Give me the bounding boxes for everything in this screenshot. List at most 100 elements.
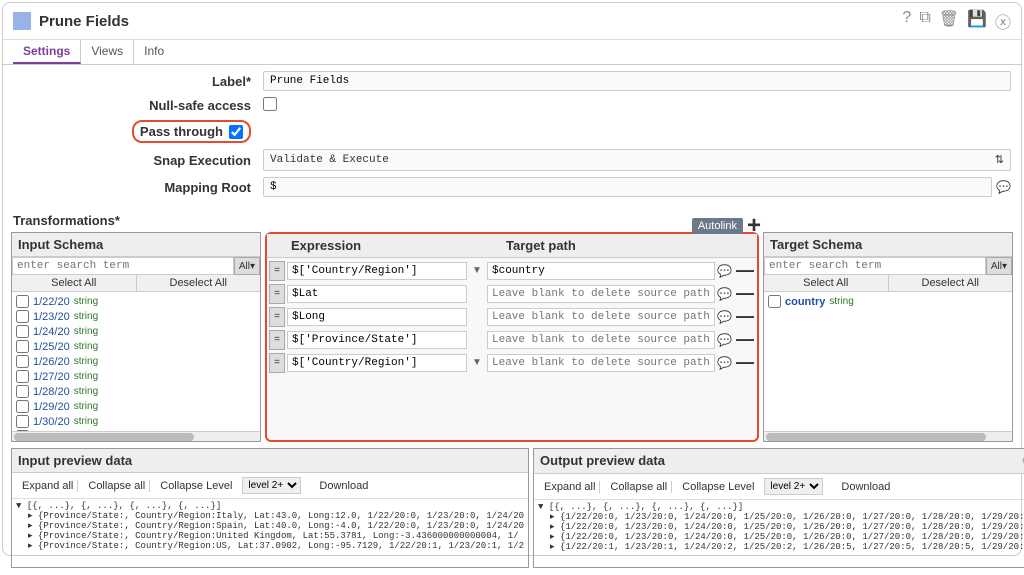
tree-item[interactable]: {1/22/20:1, 1/23/20:1, 1/24/20:2, 1/25/2…	[538, 542, 1024, 552]
tree-item[interactable]: {Province/State:, Country/Region:Spain, …	[16, 521, 524, 531]
remove-row-button[interactable]: —	[735, 283, 755, 304]
target-schema-all[interactable]: All ▾	[986, 257, 1012, 275]
suggest-icon[interactable]: 💬	[717, 310, 733, 324]
schema-item[interactable]: 1/25/20string	[14, 339, 258, 354]
suggest-icon[interactable]: 💬	[717, 333, 733, 347]
expression-header: Expression	[285, 234, 500, 257]
mappingroot-label: Mapping Root	[13, 180, 263, 195]
tree-item[interactable]: {1/22/20:0, 1/23/20:0, 1/24/20:0, 1/25/2…	[538, 532, 1024, 542]
target-input[interactable]	[487, 331, 715, 349]
tree-root[interactable]: [{, ...}, {, ...}, {, ...}, {, ...}]	[538, 502, 1024, 512]
schema-item[interactable]: 1/26/20string	[14, 354, 258, 369]
target-input[interactable]	[487, 308, 715, 326]
tab-settings[interactable]: Settings	[13, 40, 81, 64]
expression-input[interactable]	[287, 331, 467, 349]
eq-toggle[interactable]: =	[269, 284, 285, 304]
input-deselect-all[interactable]: Deselect All	[137, 275, 261, 291]
save-icon[interactable]: 💾	[967, 9, 987, 33]
tree-item[interactable]: {Province/State:, Country/Region:Italy, …	[16, 511, 524, 521]
output-collapse-level-label: Collapse Level	[678, 481, 758, 493]
output-expand-all[interactable]: Expand all	[540, 481, 600, 493]
schema-checkbox[interactable]	[16, 295, 29, 308]
schema-item[interactable]: 1/29/20string	[14, 399, 258, 414]
input-preview-title: Input preview data	[18, 453, 132, 468]
input-schema-all[interactable]: All ▾	[234, 257, 260, 275]
mapping-row: = 💬—	[269, 306, 755, 327]
input-select-all[interactable]: Select All	[12, 275, 137, 291]
remove-row-button[interactable]: —	[735, 306, 755, 327]
output-level-select[interactable]: level 2+	[764, 478, 823, 495]
eq-toggle[interactable]: =	[269, 261, 285, 281]
target-deselect-all[interactable]: Deselect All	[889, 275, 1013, 291]
tree-item[interactable]: {1/22/20:0, 1/23/20:0, 1/24/20:0, 1/25/2…	[538, 522, 1024, 532]
schema-checkbox[interactable]	[16, 415, 29, 428]
expression-input[interactable]	[287, 308, 467, 326]
schema-checkbox[interactable]	[16, 355, 29, 368]
schema-checkbox[interactable]	[16, 385, 29, 398]
input-download[interactable]: Download	[315, 480, 372, 492]
remove-row-button[interactable]: —	[735, 352, 755, 373]
schema-checkbox[interactable]	[16, 325, 29, 338]
remove-row-button[interactable]: —	[735, 329, 755, 350]
schema-item[interactable]: 1/24/20string	[14, 324, 258, 339]
schema-checkbox[interactable]	[16, 400, 29, 413]
tab-info[interactable]: Info	[134, 40, 174, 64]
schema-checkbox[interactable]	[16, 310, 29, 323]
expression-input[interactable]	[287, 354, 467, 372]
remove-row-button[interactable]: —	[735, 260, 755, 281]
schema-item[interactable]: 1/27/20string	[14, 369, 258, 384]
target-schema-search[interactable]	[764, 257, 986, 275]
chevron-down-icon[interactable]: ▼	[469, 357, 485, 368]
tree-item[interactable]: {1/22/20:0, 1/23/20:0, 1/24/20:0, 1/25/2…	[538, 512, 1024, 522]
schema-checkbox[interactable]	[768, 295, 781, 308]
schema-item[interactable]: countrystring	[766, 294, 1010, 309]
eq-toggle[interactable]: =	[269, 307, 285, 327]
tab-views[interactable]: Views	[81, 40, 134, 64]
suggest-icon[interactable]: 💬	[717, 356, 733, 370]
delete-icon[interactable]: 🗑	[939, 9, 959, 33]
passthrough-checkbox[interactable]	[229, 125, 243, 139]
autolink-button[interactable]: Autolink	[692, 218, 743, 234]
nullsafe-label: Null-safe access	[13, 98, 263, 113]
input-expand-all[interactable]: Expand all	[18, 480, 78, 492]
schema-item[interactable]: 1/23/20string	[14, 309, 258, 324]
suggest-icon[interactable]: 💬	[717, 264, 733, 278]
target-select-all[interactable]: Select All	[764, 275, 889, 291]
tree-item[interactable]: {Province/State:, Country/Region:United …	[16, 531, 524, 541]
snapexec-select[interactable]: Validate & Execute ⇅	[263, 149, 1011, 171]
output-collapse-all[interactable]: Collapse all	[606, 481, 672, 493]
schema-checkbox[interactable]	[16, 340, 29, 353]
schema-checkbox[interactable]	[16, 370, 29, 383]
input-schema-search[interactable]	[12, 257, 234, 275]
schema-item[interactable]: 1/28/20string	[14, 384, 258, 399]
tree-item[interactable]: {Province/State:, Country/Region:US, Lat…	[16, 541, 524, 551]
tree-root[interactable]: [{, ...}, {, ...}, {, ...}, {, ...}]	[16, 501, 524, 511]
input-scrollbar[interactable]	[12, 431, 260, 441]
output-download[interactable]: Download	[837, 481, 894, 493]
suggest-icon[interactable]: 💬	[717, 287, 733, 301]
transformations-label: Transformations*	[3, 209, 1021, 232]
schema-item[interactable]: 1/22/20string	[14, 294, 258, 309]
nullsafe-checkbox[interactable]	[263, 97, 277, 111]
chevron-down-icon[interactable]: ▼	[469, 265, 485, 276]
mappingroot-input[interactable]	[263, 177, 992, 197]
schema-item[interactable]: 1/30/20string	[14, 414, 258, 429]
input-collapse-all[interactable]: Collapse all	[84, 480, 150, 492]
target-input[interactable]	[487, 285, 715, 303]
input-level-select[interactable]: level 2+	[242, 477, 301, 494]
eq-toggle[interactable]: =	[269, 353, 285, 373]
target-input[interactable]	[487, 354, 715, 372]
eq-toggle[interactable]: =	[269, 330, 285, 350]
mapping-row: = ▼ 💬—	[269, 260, 755, 281]
expression-input[interactable]	[287, 262, 467, 280]
close-icon[interactable]: ⓧ	[995, 9, 1011, 33]
bubble-icon[interactable]: 💬	[996, 180, 1011, 194]
target-scrollbar[interactable]	[764, 431, 1012, 441]
label-input[interactable]	[263, 71, 1011, 91]
mapping-row: = 💬—	[269, 329, 755, 350]
help-icon[interactable]: ?	[902, 9, 911, 33]
add-row-button[interactable]: +	[747, 212, 761, 240]
target-input[interactable]	[487, 262, 715, 280]
expression-input[interactable]	[287, 285, 467, 303]
copy-icon[interactable]: ⧉	[919, 9, 930, 33]
